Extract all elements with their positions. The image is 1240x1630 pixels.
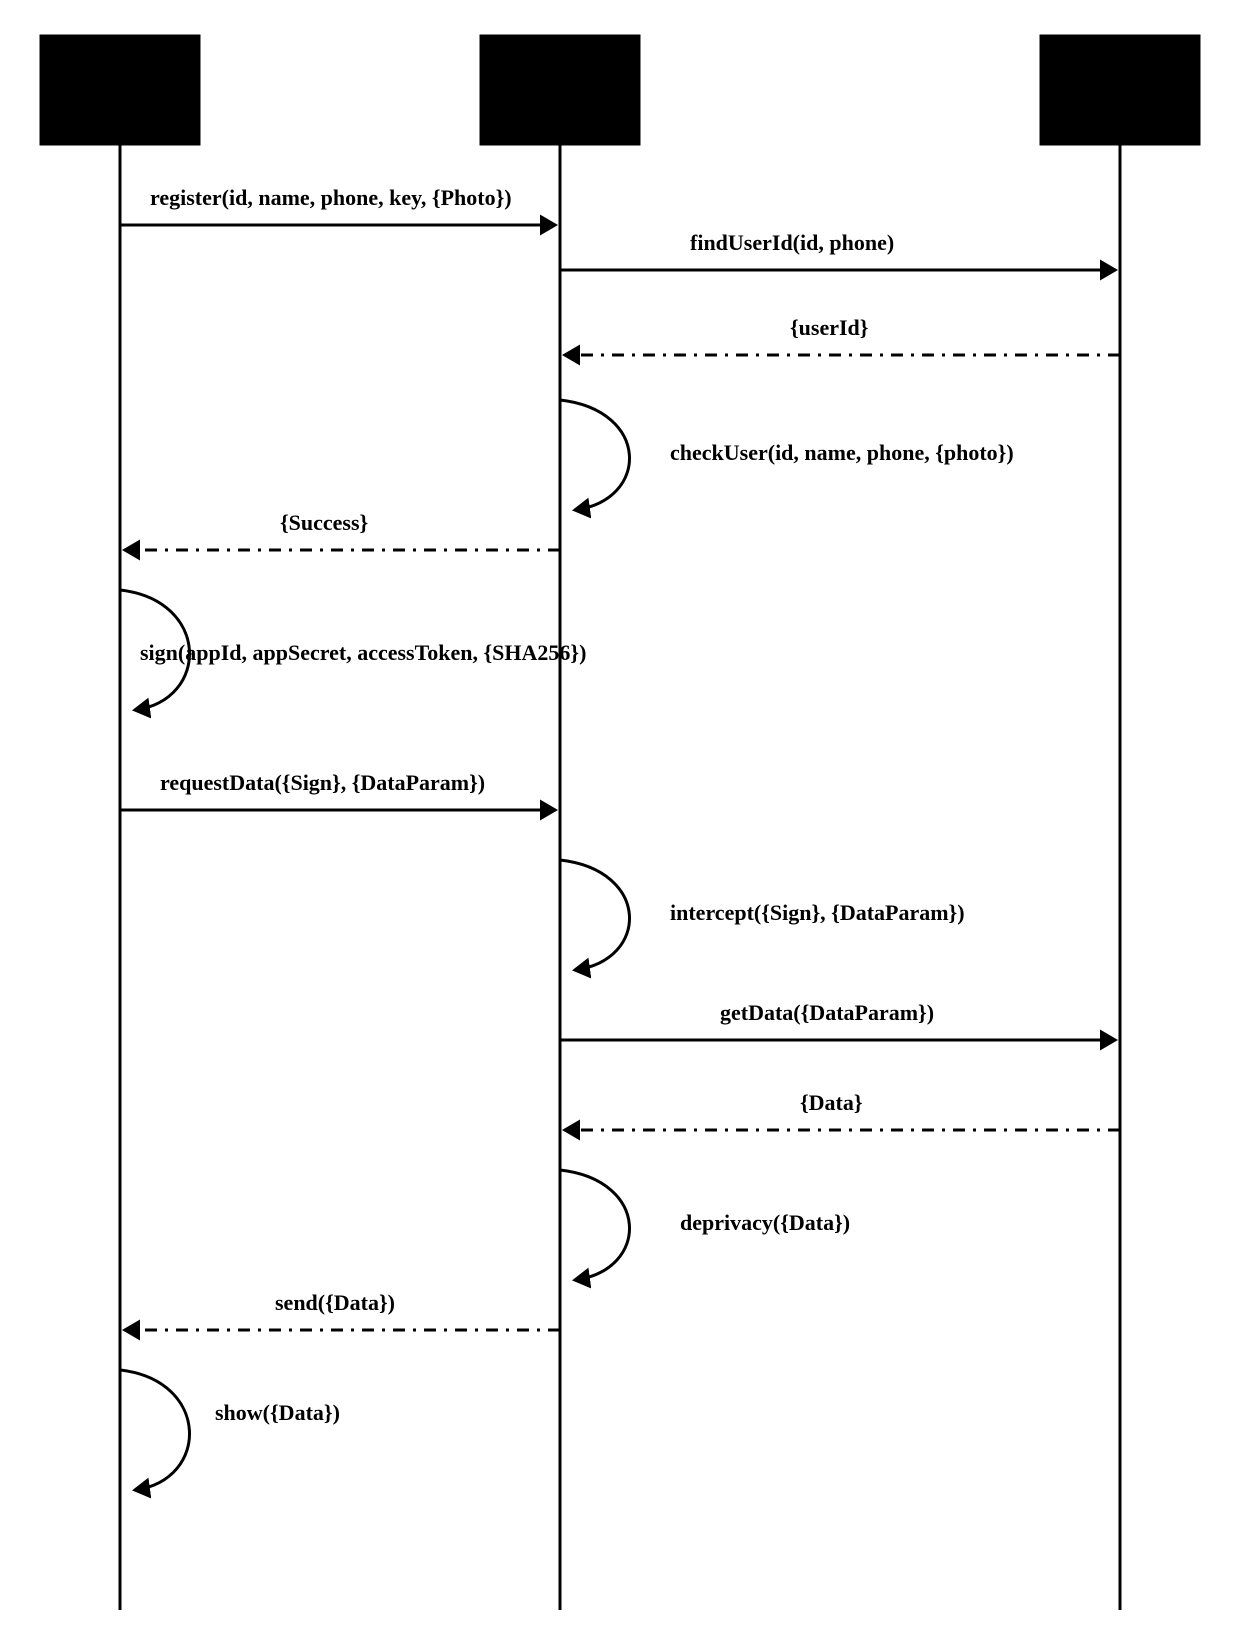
msg-deprivacy-label: deprivacy({Data}) [680, 1210, 850, 1235]
participant-box-1 [40, 35, 200, 145]
msg-intercept-label: intercept({Sign}, {DataParam}) [670, 900, 965, 925]
participant-box-3 [1040, 35, 1200, 145]
msg-send-label: send({Data}) [275, 1290, 395, 1315]
msg-checkuser-arrow [560, 400, 630, 510]
sequence-diagram: register(id, name, phone, key, {Photo}) … [0, 0, 1240, 1630]
msg-userid-label: {userId} [790, 315, 868, 340]
msg-register-label: register(id, name, phone, key, {Photo}) [150, 185, 512, 210]
participant-box-2 [480, 35, 640, 145]
msg-show-arrow [120, 1370, 190, 1490]
msg-checkuser-label: checkUser(id, name, phone, {photo}) [670, 440, 1014, 465]
msg-success-label: {Success} [280, 510, 368, 535]
msg-data-label: {Data} [800, 1090, 863, 1115]
msg-getdata-label: getData({DataParam}) [720, 1000, 934, 1025]
msg-sign-label: sign(appId, appSecret, accessToken, {SHA… [140, 640, 586, 665]
msg-intercept-arrow [560, 860, 630, 970]
msg-finduserid-label: findUserId(id, phone) [690, 230, 894, 255]
msg-requestdata-label: requestData({Sign}, {DataParam}) [160, 770, 485, 795]
msg-deprivacy-arrow [560, 1170, 630, 1280]
msg-show-label: show({Data}) [215, 1400, 340, 1425]
